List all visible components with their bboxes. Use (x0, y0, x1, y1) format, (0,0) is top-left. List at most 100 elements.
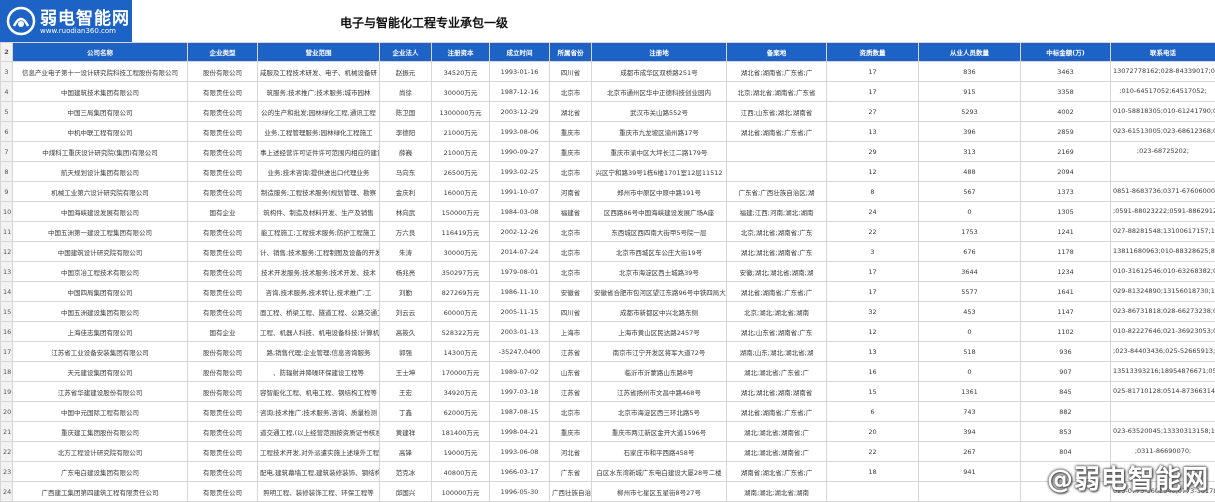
table-row[interactable]: 17江苏省工业设备安装集团有限公司股份有限公司路;销售代理;企业管理;信息咨询服… (1, 342, 1215, 362)
row-number[interactable]: 23 (1, 462, 13, 482)
table-cell[interactable]: 30000万元 (432, 82, 490, 102)
table-cell[interactable]: 北京市西城区车公庄大街19号 (592, 242, 727, 262)
table-cell[interactable]: 34920万元 (432, 382, 490, 402)
table-cell[interactable]: 3358 (1021, 82, 1111, 102)
table-cell[interactable]: 0 (919, 362, 1021, 382)
table-cell[interactable]: 5293 (919, 102, 1021, 122)
table-cell[interactable]: 1989-07-02 (490, 362, 550, 382)
table-cell[interactable]: 30000万元 (432, 242, 490, 262)
table-cell[interactable] (919, 482, 1021, 502)
row-number[interactable]: 21 (1, 422, 13, 442)
table-cell[interactable]: 股份有限公司 (188, 362, 258, 382)
row-number[interactable]: 5 (1, 102, 13, 122)
table-cell[interactable]: 事上述经营许可证件许可范围内相应的建设 (258, 142, 380, 162)
row-number[interactable]: 24 (1, 482, 13, 502)
table-cell[interactable]: 17 (827, 282, 919, 302)
table-cell[interactable]: 重庆市两江新区金开大道1596号 (592, 422, 727, 442)
table-cell[interactable]: 安徽;湖北;湖北省;湖南;湖 (727, 262, 827, 282)
table-cell[interactable]: 广西壮族自治区 (550, 482, 592, 502)
table-cell[interactable]: 北京市 (550, 262, 592, 282)
table-cell[interactable]: 福建省 (550, 202, 592, 222)
table-cell[interactable]: 湖北省;湖南省;广东省;广 (727, 62, 827, 82)
table-cell[interactable]: 道交通工程,(以上经营范围按资质证书核准 (258, 422, 380, 442)
table-cell[interactable]: 743 (919, 402, 1021, 422)
table-cell[interactable]: 成都市新都区中兴北路东侧 (592, 302, 727, 322)
table-cell[interactable]: 重庆市 (550, 422, 592, 442)
table-row[interactable]: 6中机中联工程有限公司有限责任公司业务,工程管理服务;园林绿化工程施工李德阳21… (1, 122, 1215, 142)
table-cell[interactable]: 咸服及工程技术研发、电子、机械设备研 (258, 62, 380, 82)
table-cell[interactable]: 1234 (1021, 262, 1111, 282)
table-cell[interactable]: 南京市江宁开发区将军大道72号 (592, 342, 727, 362)
table-cell[interactable]: 313 (919, 142, 1021, 162)
table-cell[interactable]: 025-81710128;0514-87366314;0514-87366313… (1111, 382, 1215, 402)
table-cell[interactable]: 广东省 (550, 462, 592, 482)
column-header[interactable]: 公司名称 (13, 43, 188, 62)
table-cell[interactable]: 李德阳 (380, 122, 432, 142)
table-cell[interactable]: 江苏省工业设备安装集团有限公司 (13, 342, 188, 362)
row-number[interactable]: 16 (1, 322, 13, 342)
table-cell[interactable]: 350297万元 (432, 262, 490, 282)
table-cell[interactable]: 北京市海淀区西三环北路5号 (592, 402, 727, 422)
table-cell[interactable] (827, 482, 919, 502)
table-cell[interactable]: 湖南省;湖北省;广东省;广 (727, 462, 827, 482)
row-number[interactable]: 15 (1, 302, 13, 322)
table-cell[interactable]: 21000万元 (432, 122, 490, 142)
table-cell[interactable]: 业务,工程管理服务;园林绿化工程施工 (258, 122, 380, 142)
table-cell[interactable]: 河北省 (550, 442, 592, 462)
column-header[interactable]: 企业类型 (188, 43, 258, 62)
table-cell[interactable]: 国有企业 (188, 202, 258, 222)
row-number[interactable]: 4 (1, 82, 13, 102)
table-cell[interactable]: 010-58818305;010-61241790;010-68798105;0… (1111, 102, 1215, 122)
table-cell[interactable]: ;0591-88023222;0591-88629120;0591-877151… (1111, 202, 1215, 222)
table-cell[interactable]: 13 (827, 122, 919, 142)
table-cell[interactable]: 853 (1021, 422, 1111, 442)
table-cell[interactable]: 1997-03-18 (490, 382, 550, 402)
table-cell[interactable] (1111, 402, 1215, 422)
table-cell[interactable]: 1966-03-17 (490, 462, 550, 482)
table-cell[interactable]: 郭强 (380, 342, 432, 362)
table-cell[interactable]: 有限责任公司 (188, 222, 258, 242)
table-cell[interactable]: 518 (919, 342, 1021, 362)
table-cell[interactable]: 江苏省华建建设股份有限公司 (13, 382, 188, 402)
table-cell[interactable]: 0 (919, 202, 1021, 222)
table-cell[interactable]: 396 (919, 122, 1021, 142)
table-cell[interactable]: 北方工程设计研究院有限公司 (13, 442, 188, 462)
table-cell[interactable]: 王宏 (380, 382, 432, 402)
table-cell[interactable]: 王士坤 (380, 362, 432, 382)
table-cell[interactable]: 1305 (1021, 202, 1111, 222)
column-header[interactable]: 注册资本 (432, 43, 490, 62)
table-cell[interactable]: 赵振元 (380, 62, 432, 82)
table-cell[interactable]: 路;销售代理;企业管理;信息咨询服务 (258, 342, 380, 362)
table-cell[interactable]: 临沂市沂蒙路山东路8号 (592, 362, 727, 382)
table-cell[interactable]: 20 (827, 422, 919, 442)
column-header[interactable]: 注册地 (592, 43, 727, 62)
table-cell[interactable]: 528322万元 (432, 322, 490, 342)
table-cell[interactable]: 北京;湖北;湖北省;湖南 (727, 302, 827, 322)
table-cell[interactable]: 1984-03-08 (490, 202, 550, 222)
row-number[interactable]: 14 (1, 282, 13, 302)
table-cell[interactable]: 26500万元 (432, 162, 490, 182)
table-row[interactable]: 20中国中元国际工程有限公司有限责任公司咨询;技术推广;技术服务,咨询、质量检测… (1, 402, 1215, 422)
table-cell[interactable]: 有限责任公司 (188, 282, 258, 302)
table-cell[interactable]: 有限责任公司 (188, 142, 258, 162)
row-number[interactable]: 19 (1, 382, 13, 402)
table-cell[interactable]: 尚徐 (380, 82, 432, 102)
table-cell[interactable]: 267 (919, 442, 1021, 462)
row-number[interactable]: 9 (1, 182, 13, 202)
table-cell[interactable]: 中煤科工重庆设计研究院(集团)有限公司 (13, 142, 188, 162)
table-cell[interactable]: 18 (827, 462, 919, 482)
table-cell[interactable]: 453 (919, 302, 1021, 322)
table-cell[interactable]: 筑服务;技术推广;技术服务;城市园林 (258, 82, 380, 102)
table-cell[interactable]: 有限责任公司 (188, 482, 258, 502)
table-cell[interactable]: 东西城区西四南大街甲5号院一层 (592, 222, 727, 242)
column-header[interactable]: 企业法人 (380, 43, 432, 62)
table-cell[interactable]: 工程、机器人科技、机电设备科技;计算机硬件 (258, 322, 380, 342)
table-cell[interactable]: 12 (827, 162, 919, 182)
table-cell[interactable] (727, 142, 827, 162)
table-cell[interactable]: 北京市通州区华中正德科技创业园内 (592, 82, 727, 102)
table-cell[interactable]: 1987-08-15 (490, 402, 550, 422)
table-cell[interactable]: ;010-64517052;64517052; (1111, 82, 1215, 102)
table-cell[interactable]: 22 (827, 222, 919, 242)
table-cell[interactable]: 上海市黄山区民达路2457号 (592, 322, 727, 342)
table-cell[interactable]: 1990-09-27 (490, 142, 550, 162)
